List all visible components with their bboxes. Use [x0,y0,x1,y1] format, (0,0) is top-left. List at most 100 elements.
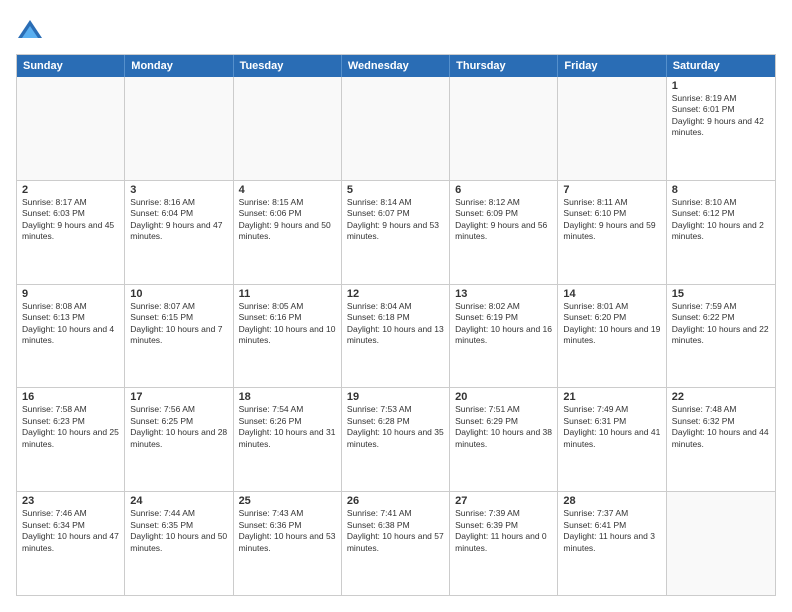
calendar-row-4: 23Sunrise: 7:46 AM Sunset: 6:34 PM Dayli… [17,491,775,595]
day-number: 14 [563,288,660,300]
calendar-cell: 26Sunrise: 7:41 AM Sunset: 6:38 PM Dayli… [342,492,450,595]
day-number: 20 [455,391,552,403]
day-info: Sunrise: 7:39 AM Sunset: 6:39 PM Dayligh… [455,508,552,554]
day-info: Sunrise: 7:46 AM Sunset: 6:34 PM Dayligh… [22,508,119,554]
day-info: Sunrise: 8:15 AM Sunset: 6:06 PM Dayligh… [239,197,336,243]
day-number: 4 [239,184,336,196]
calendar-cell: 20Sunrise: 7:51 AM Sunset: 6:29 PM Dayli… [450,388,558,491]
day-info: Sunrise: 8:19 AM Sunset: 6:01 PM Dayligh… [672,93,770,139]
day-number: 25 [239,495,336,507]
day-number: 13 [455,288,552,300]
calendar-cell: 11Sunrise: 8:05 AM Sunset: 6:16 PM Dayli… [234,285,342,388]
calendar-cell: 22Sunrise: 7:48 AM Sunset: 6:32 PM Dayli… [667,388,775,491]
calendar-cell: 6Sunrise: 8:12 AM Sunset: 6:09 PM Daylig… [450,181,558,284]
day-info: Sunrise: 8:10 AM Sunset: 6:12 PM Dayligh… [672,197,770,243]
calendar-cell: 17Sunrise: 7:56 AM Sunset: 6:25 PM Dayli… [125,388,233,491]
day-info: Sunrise: 8:12 AM Sunset: 6:09 PM Dayligh… [455,197,552,243]
calendar-cell: 8Sunrise: 8:10 AM Sunset: 6:12 PM Daylig… [667,181,775,284]
day-info: Sunrise: 8:17 AM Sunset: 6:03 PM Dayligh… [22,197,119,243]
day-number: 11 [239,288,336,300]
calendar-header: SundayMondayTuesdayWednesdayThursdayFrid… [17,55,775,77]
day-info: Sunrise: 8:01 AM Sunset: 6:20 PM Dayligh… [563,301,660,347]
day-info: Sunrise: 7:53 AM Sunset: 6:28 PM Dayligh… [347,404,444,450]
day-number: 15 [672,288,770,300]
day-number: 26 [347,495,444,507]
calendar: SundayMondayTuesdayWednesdayThursdayFrid… [16,54,776,596]
calendar-cell: 2Sunrise: 8:17 AM Sunset: 6:03 PM Daylig… [17,181,125,284]
day-number: 28 [563,495,660,507]
calendar-cell [234,77,342,180]
day-number: 27 [455,495,552,507]
calendar-row-3: 16Sunrise: 7:58 AM Sunset: 6:23 PM Dayli… [17,387,775,491]
calendar-cell [125,77,233,180]
day-info: Sunrise: 7:56 AM Sunset: 6:25 PM Dayligh… [130,404,227,450]
calendar-cell: 28Sunrise: 7:37 AM Sunset: 6:41 PM Dayli… [558,492,666,595]
calendar-cell: 1Sunrise: 8:19 AM Sunset: 6:01 PM Daylig… [667,77,775,180]
day-number: 17 [130,391,227,403]
calendar-cell: 13Sunrise: 8:02 AM Sunset: 6:19 PM Dayli… [450,285,558,388]
day-info: Sunrise: 8:05 AM Sunset: 6:16 PM Dayligh… [239,301,336,347]
day-info: Sunrise: 7:43 AM Sunset: 6:36 PM Dayligh… [239,508,336,554]
calendar-cell [667,492,775,595]
calendar-cell [17,77,125,180]
header [16,16,776,44]
day-number: 22 [672,391,770,403]
calendar-row-1: 2Sunrise: 8:17 AM Sunset: 6:03 PM Daylig… [17,180,775,284]
calendar-cell: 12Sunrise: 8:04 AM Sunset: 6:18 PM Dayli… [342,285,450,388]
calendar-row-0: 1Sunrise: 8:19 AM Sunset: 6:01 PM Daylig… [17,77,775,180]
day-info: Sunrise: 8:16 AM Sunset: 6:04 PM Dayligh… [130,197,227,243]
header-day-friday: Friday [558,55,666,77]
day-info: Sunrise: 7:44 AM Sunset: 6:35 PM Dayligh… [130,508,227,554]
logo [16,16,48,44]
day-info: Sunrise: 7:37 AM Sunset: 6:41 PM Dayligh… [563,508,660,554]
calendar-cell: 7Sunrise: 8:11 AM Sunset: 6:10 PM Daylig… [558,181,666,284]
day-number: 1 [672,80,770,92]
day-number: 8 [672,184,770,196]
day-number: 7 [563,184,660,196]
day-number: 10 [130,288,227,300]
day-info: Sunrise: 8:08 AM Sunset: 6:13 PM Dayligh… [22,301,119,347]
header-day-sunday: Sunday [17,55,125,77]
header-day-saturday: Saturday [667,55,775,77]
day-info: Sunrise: 8:02 AM Sunset: 6:19 PM Dayligh… [455,301,552,347]
calendar-cell: 23Sunrise: 7:46 AM Sunset: 6:34 PM Dayli… [17,492,125,595]
calendar-cell: 14Sunrise: 8:01 AM Sunset: 6:20 PM Dayli… [558,285,666,388]
calendar-cell: 4Sunrise: 8:15 AM Sunset: 6:06 PM Daylig… [234,181,342,284]
day-info: Sunrise: 8:14 AM Sunset: 6:07 PM Dayligh… [347,197,444,243]
day-info: Sunrise: 8:04 AM Sunset: 6:18 PM Dayligh… [347,301,444,347]
logo-icon [16,16,44,44]
calendar-cell: 24Sunrise: 7:44 AM Sunset: 6:35 PM Dayli… [125,492,233,595]
day-number: 3 [130,184,227,196]
day-number: 19 [347,391,444,403]
calendar-cell: 19Sunrise: 7:53 AM Sunset: 6:28 PM Dayli… [342,388,450,491]
day-info: Sunrise: 7:48 AM Sunset: 6:32 PM Dayligh… [672,404,770,450]
day-number: 21 [563,391,660,403]
day-info: Sunrise: 8:11 AM Sunset: 6:10 PM Dayligh… [563,197,660,243]
day-info: Sunrise: 7:59 AM Sunset: 6:22 PM Dayligh… [672,301,770,347]
calendar-cell: 21Sunrise: 7:49 AM Sunset: 6:31 PM Dayli… [558,388,666,491]
calendar-cell: 5Sunrise: 8:14 AM Sunset: 6:07 PM Daylig… [342,181,450,284]
calendar-cell [558,77,666,180]
day-number: 18 [239,391,336,403]
calendar-cell: 9Sunrise: 8:08 AM Sunset: 6:13 PM Daylig… [17,285,125,388]
calendar-cell: 10Sunrise: 8:07 AM Sunset: 6:15 PM Dayli… [125,285,233,388]
day-info: Sunrise: 7:54 AM Sunset: 6:26 PM Dayligh… [239,404,336,450]
calendar-cell: 18Sunrise: 7:54 AM Sunset: 6:26 PM Dayli… [234,388,342,491]
day-info: Sunrise: 7:51 AM Sunset: 6:29 PM Dayligh… [455,404,552,450]
day-info: Sunrise: 7:58 AM Sunset: 6:23 PM Dayligh… [22,404,119,450]
day-number: 12 [347,288,444,300]
day-number: 9 [22,288,119,300]
header-day-thursday: Thursday [450,55,558,77]
day-number: 2 [22,184,119,196]
calendar-row-2: 9Sunrise: 8:08 AM Sunset: 6:13 PM Daylig… [17,284,775,388]
day-number: 23 [22,495,119,507]
day-info: Sunrise: 8:07 AM Sunset: 6:15 PM Dayligh… [130,301,227,347]
calendar-cell [450,77,558,180]
calendar-cell: 25Sunrise: 7:43 AM Sunset: 6:36 PM Dayli… [234,492,342,595]
calendar-cell: 27Sunrise: 7:39 AM Sunset: 6:39 PM Dayli… [450,492,558,595]
day-number: 5 [347,184,444,196]
day-info: Sunrise: 7:49 AM Sunset: 6:31 PM Dayligh… [563,404,660,450]
calendar-cell: 15Sunrise: 7:59 AM Sunset: 6:22 PM Dayli… [667,285,775,388]
day-number: 16 [22,391,119,403]
header-day-wednesday: Wednesday [342,55,450,77]
